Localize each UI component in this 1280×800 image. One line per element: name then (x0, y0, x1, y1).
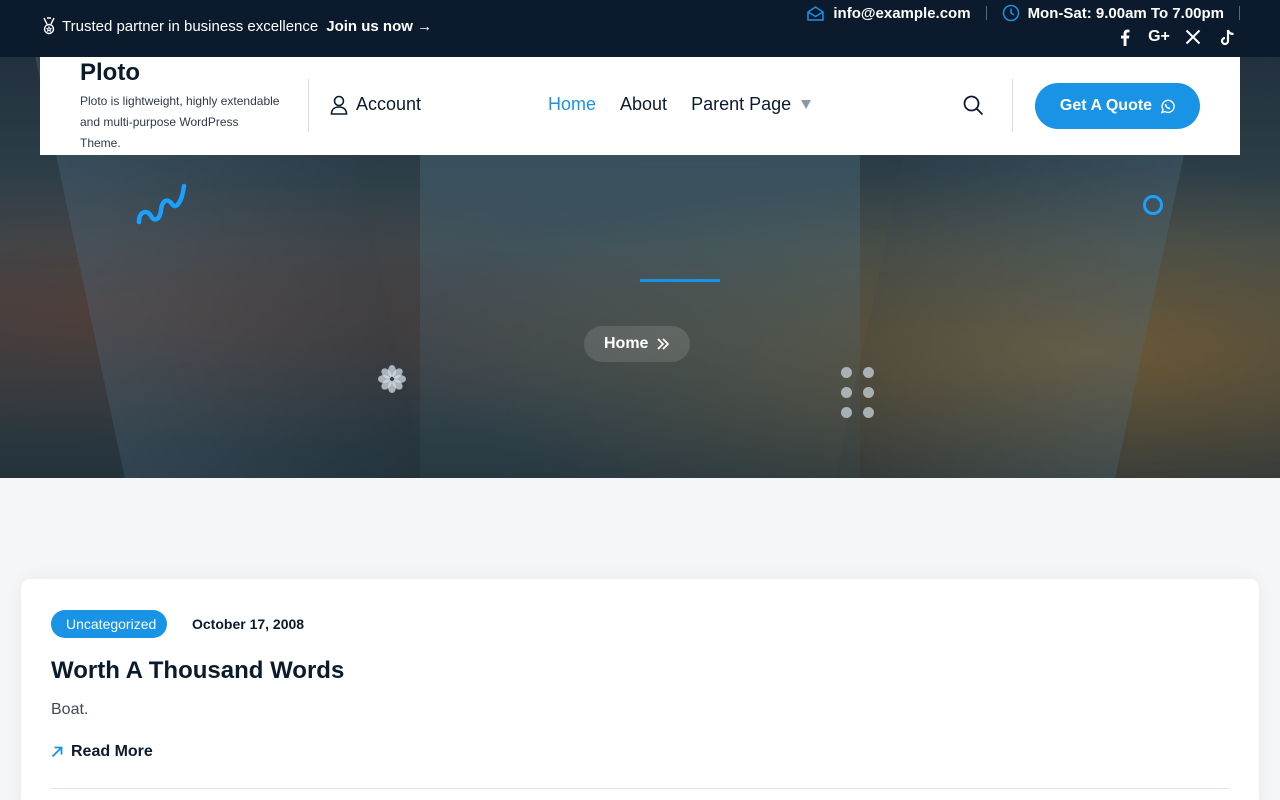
nav-item-home[interactable]: Home (548, 94, 596, 115)
post-card: Uncategorized October 17, 2008 Worth A T… (21, 579, 1259, 800)
site-title[interactable]: Ploto (80, 59, 280, 87)
email-contact[interactable]: info@example.com (806, 4, 971, 22)
dots-decoration-icon (841, 367, 875, 418)
nav-item-parent-page-label: Parent Page (691, 94, 792, 114)
divider (985, 6, 987, 20)
medal-icon (43, 17, 55, 35)
post-excerpt: Boat. (51, 701, 89, 718)
social-links: G+ (1116, 28, 1236, 46)
site-header: Ploto Ploto is lightweight, highly exten… (40, 57, 1240, 155)
nav-item-about[interactable]: About (620, 94, 667, 115)
squiggle-decoration-icon (136, 183, 187, 225)
nav-item-parent-page[interactable]: Parent Page (691, 94, 812, 115)
read-more-label: Read More (71, 743, 153, 760)
site-branding: Ploto Ploto is lightweight, highly exten… (80, 59, 280, 154)
hours-text: Mon-Sat: 9.00am To 7.00pm (1027, 4, 1224, 22)
get-a-quote-label: Get A Quote (1059, 97, 1153, 114)
x-icon[interactable] (1184, 28, 1202, 46)
ring-decoration-icon (1143, 195, 1163, 215)
divider (308, 79, 309, 132)
top-bar-contact: info@example.com Mon-Sat: 9.00am To 7.00… (806, 4, 1240, 22)
post-date[interactable]: October 17, 2008 (192, 616, 304, 632)
search-button[interactable] (963, 95, 984, 121)
whatsapp-icon (1160, 99, 1175, 114)
account-link[interactable]: Account (330, 94, 421, 115)
arrow-up-right-icon (51, 746, 63, 758)
clock-icon (1002, 4, 1019, 22)
divider (51, 788, 1229, 789)
caret-down-icon (801, 100, 812, 109)
main-nav: Home About Parent Page (548, 94, 812, 115)
flower-decoration-icon (378, 365, 406, 393)
tagline-text: Trusted partner in business excellence (62, 17, 319, 35)
top-bar-announcement: Trusted partner in business excellence J… (40, 17, 432, 35)
hero-accent-line (640, 279, 720, 282)
top-bar: Trusted partner in business excellence J… (0, 0, 1280, 57)
join-us-link[interactable]: Join us now → (326, 18, 432, 35)
account-label: Account (356, 94, 422, 114)
breadcrumb-home-link[interactable]: Home (604, 335, 648, 353)
email-text: info@example.com (833, 4, 971, 22)
category-badge[interactable]: Uncategorized (51, 610, 168, 638)
envelope-icon (807, 5, 825, 21)
double-chevron-right-icon (657, 338, 670, 350)
read-more-link[interactable]: Read More (51, 743, 153, 761)
facebook-icon[interactable] (1116, 28, 1134, 46)
divider (1239, 6, 1240, 20)
hours-info: Mon-Sat: 9.00am To 7.00pm (1002, 4, 1224, 22)
site-tagline: Ploto is lightweight, highly extendable … (80, 94, 280, 150)
google-plus-icon[interactable]: G+ (1148, 28, 1170, 46)
divider (1012, 79, 1013, 132)
breadcrumb: Home (584, 326, 691, 362)
get-a-quote-button[interactable]: Get A Quote (1035, 83, 1200, 129)
post-title[interactable]: Worth A Thousand Words (51, 657, 344, 685)
search-icon (963, 95, 984, 116)
tiktok-icon[interactable] (1218, 28, 1236, 46)
user-icon (330, 95, 348, 115)
